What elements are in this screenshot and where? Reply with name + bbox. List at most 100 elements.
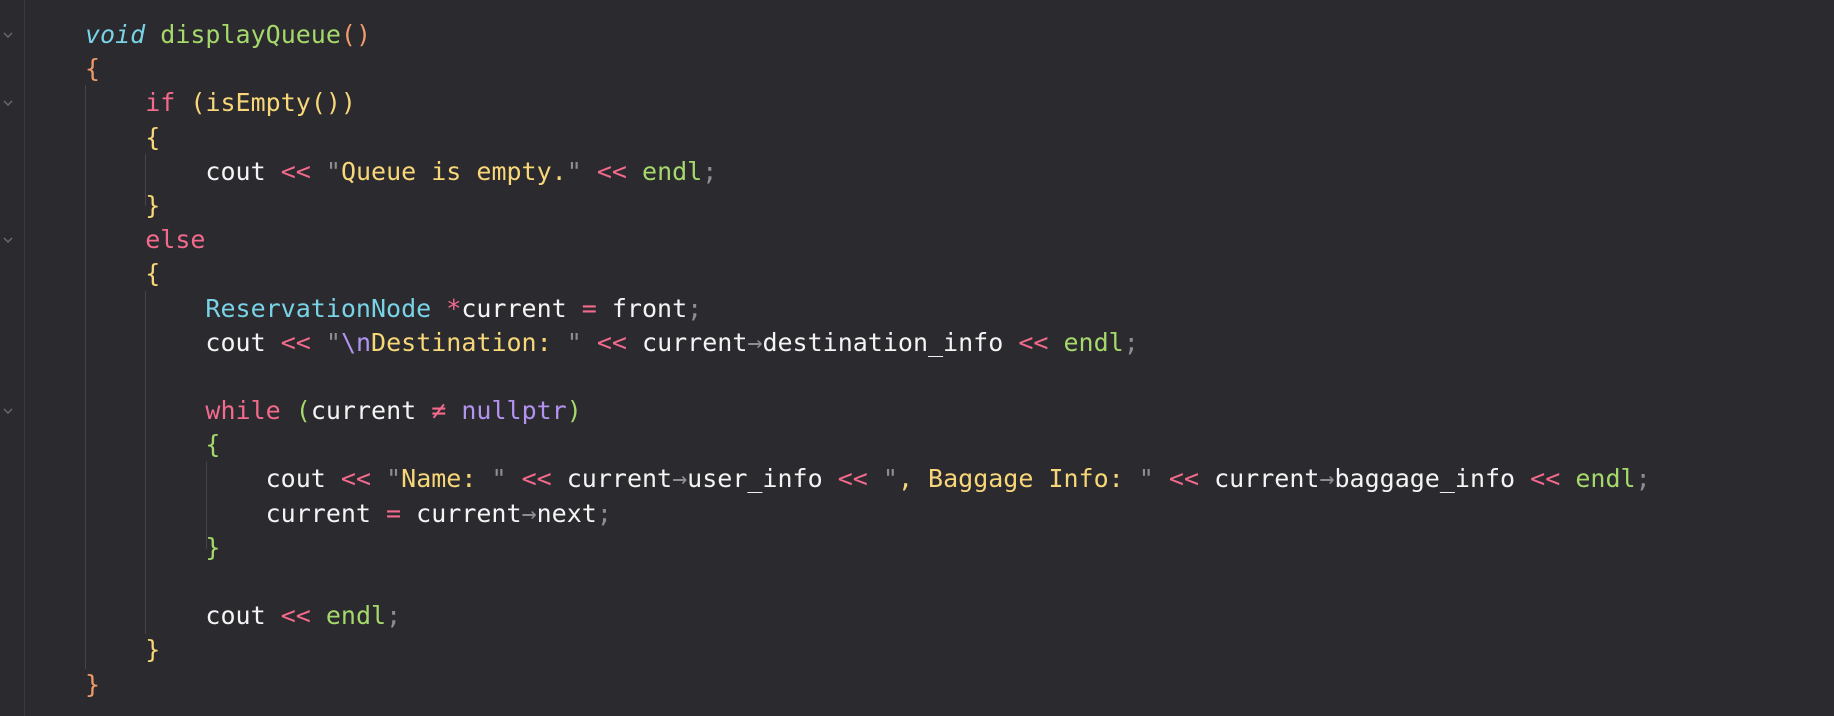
fold-chevron-icon[interactable] — [1, 96, 15, 110]
code-token: } — [145, 190, 161, 220]
code-token: destination_info — [762, 327, 1004, 357]
code-token: ≠ — [431, 396, 447, 426]
code-token: = — [386, 498, 402, 528]
code-token: { — [145, 259, 161, 289]
code-token: " — [325, 327, 341, 357]
code-token: , Baggage Info: — [897, 464, 1139, 494]
code-token: ; — [386, 601, 402, 631]
code-token: \n — [340, 327, 372, 357]
code-line[interactable]: current = current→next; — [85, 497, 1651, 531]
code-token: → — [747, 327, 763, 357]
code-token: ReservationNode — [205, 293, 432, 323]
code-token: ; — [596, 498, 612, 528]
code-token: nullptr — [461, 396, 567, 426]
code-line[interactable]: } — [85, 189, 1651, 223]
code-token: ; — [687, 293, 703, 323]
code-line[interactable]: } — [85, 668, 1651, 702]
code-token: → — [521, 498, 537, 528]
code-token: cout — [205, 327, 266, 357]
code-token: Destination: — [371, 327, 567, 357]
code-line[interactable]: while (current ≠ nullptr) — [85, 394, 1651, 428]
code-token: { — [145, 122, 161, 152]
code-line[interactable]: cout << "Queue is empty." << endl; — [85, 155, 1651, 189]
code-line[interactable]: { — [85, 428, 1651, 462]
code-token: else — [145, 225, 206, 255]
code-token: } — [145, 635, 161, 665]
code-token: ( — [190, 88, 206, 118]
code-line[interactable]: } — [85, 531, 1651, 565]
code-token: { — [85, 54, 101, 84]
fold-chevron-icon[interactable] — [1, 28, 15, 42]
code-line[interactable]: void displayQueue() — [85, 18, 1651, 52]
fold-chevron-icon[interactable] — [1, 233, 15, 247]
code-line[interactable]: cout << "Name: " << current→user_info <<… — [85, 462, 1651, 496]
code-token: << — [280, 156, 311, 186]
code-line[interactable] — [85, 360, 1651, 394]
code-token: Queue is empty. — [340, 156, 567, 186]
code-token: current — [265, 498, 371, 528]
code-token: ; — [702, 156, 718, 186]
code-token: user_info — [687, 464, 823, 494]
code-token: Name: — [401, 464, 492, 494]
code-line[interactable] — [85, 565, 1651, 599]
code-token: << — [1018, 327, 1049, 357]
code-token: displayQueue — [160, 20, 341, 49]
code-token: cout — [205, 601, 266, 631]
code-editor[interactable]: void displayQueue(){ if (isEmpty()) { co… — [85, 18, 1651, 702]
code-line[interactable]: { — [85, 121, 1651, 155]
code-token: { — [205, 430, 221, 460]
code-token: void — [85, 20, 146, 49]
code-token: " — [566, 327, 582, 357]
code-token: current — [416, 498, 522, 528]
code-token: " — [566, 156, 582, 186]
code-line[interactable]: cout << "\nDestination: " << current→des… — [85, 326, 1651, 360]
code-line[interactable]: { — [85, 257, 1651, 291]
code-token: << — [280, 327, 311, 357]
fold-chevron-icon[interactable] — [1, 404, 15, 418]
code-token: << — [340, 464, 372, 494]
code-token: isEmpty — [205, 88, 311, 118]
code-token: " — [882, 464, 898, 494]
editor-gutter — [0, 0, 25, 716]
code-line[interactable]: { — [85, 52, 1651, 86]
code-token: current — [461, 293, 567, 323]
code-token: current — [1214, 464, 1320, 494]
code-line[interactable]: if (isEmpty()) — [85, 86, 1651, 120]
code-line[interactable]: } — [85, 633, 1651, 667]
code-line[interactable]: ReservationNode *current = front; — [85, 292, 1651, 326]
code-token: << — [521, 464, 552, 494]
code-line[interactable]: else — [85, 223, 1651, 257]
code-token: endl — [1575, 464, 1636, 494]
code-line[interactable]: cout << endl; — [85, 599, 1651, 633]
